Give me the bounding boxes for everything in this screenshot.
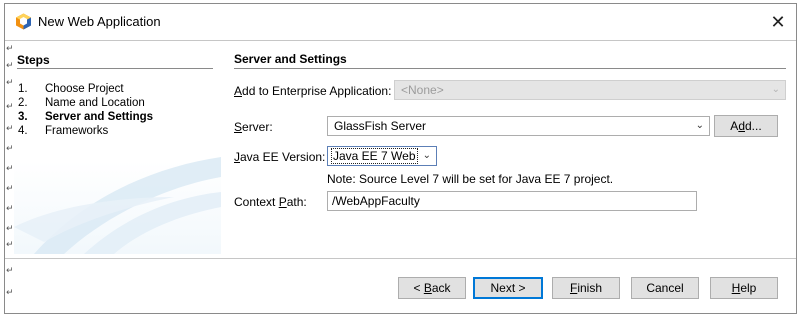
next-button[interactable]: Next > (473, 277, 543, 299)
title-bar: New Web Application ✕ (5, 4, 796, 40)
paragraph-mark: ↵ (6, 44, 14, 54)
context-path-input[interactable]: /WebAppFaculty (327, 191, 697, 211)
paragraph-mark: ↵ (6, 124, 14, 134)
window-title: New Web Application (38, 14, 161, 29)
paragraph-mark: ↵ (6, 78, 14, 88)
step-choose-project: 1. Choose Project (18, 83, 124, 95)
paragraph-mark: ↵ (6, 204, 14, 214)
button-bar-separator (5, 258, 796, 259)
java-ee-version-combo[interactable]: Java EE 7 Web ⌄ (327, 146, 437, 166)
step-frameworks: 4. Frameworks (18, 125, 109, 137)
steps-divider (17, 68, 213, 69)
step-server-and-settings: 3. Server and Settings (18, 111, 154, 123)
back-button[interactable]: < Back (398, 277, 466, 299)
paragraph-mark: ↵ (6, 288, 14, 298)
paragraph-mark: ↵ (6, 184, 14, 194)
source-level-note: Note: Source Level 7 will be set for Jav… (327, 172, 614, 186)
add-server-button[interactable]: Add... (714, 115, 778, 137)
paragraph-mark: ↵ (6, 240, 14, 250)
paragraph-mark: ↵ (6, 266, 14, 276)
decorative-swoosh-graphic (14, 157, 221, 254)
server-label: Server: (234, 120, 273, 134)
panel-divider (234, 68, 786, 69)
paragraph-mark: ↵ (6, 224, 14, 234)
steps-header: Steps (17, 53, 50, 67)
server-combo[interactable]: GlassFish Server ⌄ (327, 116, 710, 136)
step-name-and-location: 2. Name and Location (18, 97, 145, 109)
enterprise-app-combo[interactable]: <None> ⌄ (394, 80, 786, 100)
new-web-application-dialog: New Web Application ✕ ↵ ↵ ↵ ↵ ↵ ↵ ↵ ↵ ↵ … (4, 3, 797, 314)
java-ee-version-value: Java EE 7 Web (331, 148, 418, 164)
paragraph-mark: ↵ (6, 164, 14, 174)
paragraph-mark: ↵ (6, 61, 14, 71)
server-value: GlassFish Server (334, 119, 427, 133)
cancel-button[interactable]: Cancel (631, 277, 699, 299)
close-icon[interactable]: ✕ (767, 11, 789, 33)
help-button[interactable]: Help (710, 277, 778, 299)
steps-panel: Steps 1. Choose Project 2. Name and Locati… (14, 47, 221, 254)
netbeans-app-icon (16, 13, 31, 30)
chevron-down-icon: ⌄ (771, 84, 780, 95)
panel-title: Server and Settings (234, 52, 347, 66)
chevron-down-icon: ⌄ (695, 120, 704, 131)
context-path-label: Context Path: (234, 195, 307, 209)
title-separator (5, 40, 796, 41)
finish-button[interactable]: Finish (552, 277, 620, 299)
paragraph-mark: ↵ (6, 102, 14, 112)
chevron-down-icon: ⌄ (422, 150, 431, 161)
paragraph-mark: ↵ (6, 144, 14, 154)
enterprise-app-value: <None> (401, 83, 444, 97)
enterprise-app-label: Add to Enterprise Application: (234, 84, 392, 98)
java-ee-version-label: Java EE Version: (234, 150, 326, 164)
